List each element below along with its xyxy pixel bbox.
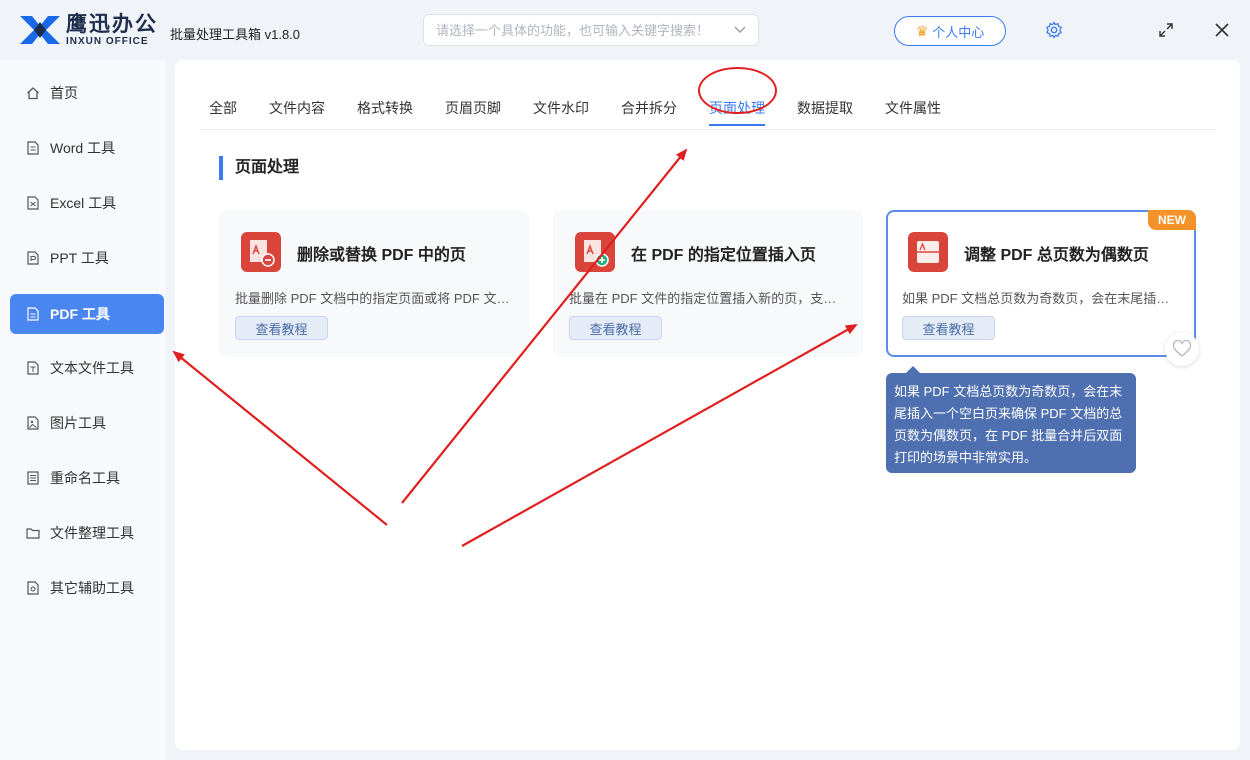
crown-icon: ♛ — [915, 22, 929, 39]
tab-all[interactable]: 全部 — [209, 98, 237, 118]
new-badge: NEW — [1148, 210, 1196, 230]
sidebar-item-label: 图片工具 — [50, 415, 106, 431]
card-title: 删除或替换 PDF 中的页 — [297, 247, 466, 264]
favorite-heart-icon[interactable] — [1165, 332, 1199, 366]
sidebar-item-word[interactable]: Word 工具 — [10, 128, 164, 168]
user-center-button[interactable]: ♛ 个人中心 — [894, 16, 1006, 46]
logo-name-cn: 鹰迅办公 — [66, 12, 158, 36]
card-description: 批量在 PDF 文件的指定位置插入新的页，支持插入空白页或其它文档内容 — [569, 291, 849, 306]
sidebar-item-other[interactable]: 其它辅助工具 — [10, 568, 164, 608]
pdf-page-icon — [908, 232, 948, 272]
tool-card-insert-pages[interactable]: 在 PDF 的指定位置插入页 批量在 PDF 文件的指定位置插入新的页，支持插入… — [553, 210, 863, 357]
main-panel: 全部 文件内容 格式转换 页眉页脚 文件水印 合并拆分 页面处理 数据提取 文件… — [175, 60, 1240, 750]
sidebar-item-image[interactable]: 图片工具 — [10, 403, 164, 443]
document-icon — [26, 251, 40, 265]
sidebar-item-label: Excel 工具 — [50, 195, 117, 211]
folder-icon — [26, 526, 40, 540]
sidebar-item-rename[interactable]: 重命名工具 — [10, 458, 164, 498]
view-tutorial-button[interactable]: 查看教程 — [235, 316, 328, 340]
card-title: 调整 PDF 总页数为偶数页 — [964, 247, 1149, 264]
title-bar: 鹰迅办公 INXUN OFFICE 批量处理工具箱 v1.8.0 ♛ 个人中心 — [0, 0, 1250, 60]
annotation-circle — [698, 67, 777, 114]
card-description: 批量删除 PDF 文档中的指定页面或将 PDF 文档中的指定页面替换为其它内容 — [235, 291, 515, 306]
chevron-down-icon[interactable] — [734, 23, 746, 37]
tool-card-delete-replace-pages[interactable]: 删除或替换 PDF 中的页 批量删除 PDF 文档中的指定页面或将 PDF 文档… — [219, 210, 529, 357]
maximize-icon[interactable] — [1154, 18, 1178, 42]
home-icon — [26, 86, 40, 100]
logo-mark-icon — [18, 12, 62, 48]
pdf-delete-icon — [241, 232, 281, 272]
sidebar-item-label: 首页 — [50, 85, 78, 101]
sidebar-item-pdf[interactable]: PDF 工具 — [10, 294, 164, 334]
gear-icon[interactable] — [1042, 18, 1066, 42]
logo-name-en: INXUN OFFICE — [66, 35, 149, 47]
close-icon[interactable] — [1210, 18, 1234, 42]
card-description: 如果 PDF 文档总页数为奇数页，会在末尾插入一个空白页来确保 PDF 文档的总… — [902, 291, 1182, 306]
tooltip: 如果 PDF 文档总页数为奇数页，会在末尾插入一个空白页来确保 PDF 文档的总… — [886, 366, 1136, 473]
app-logo: 鹰迅办公 INXUN OFFICE — [18, 12, 158, 48]
sidebar-item-label: 文件整理工具 — [50, 525, 134, 541]
tab-watermark[interactable]: 文件水印 — [533, 98, 589, 118]
sidebar-item-label: 其它辅助工具 — [50, 580, 134, 596]
tab-merge-split[interactable]: 合并拆分 — [621, 98, 677, 118]
tab-header-footer[interactable]: 页眉页脚 — [445, 98, 501, 118]
tool-card-even-pages[interactable]: NEW 调整 PDF 总页数为偶数页 如果 PDF 文档总页数为奇数页，会在末尾… — [886, 210, 1196, 357]
tab-data-extract[interactable]: 数据提取 — [797, 98, 853, 118]
sidebar-item-home[interactable]: 首页 — [10, 73, 164, 113]
sidebar: 首页 Word 工具 Excel 工具 PPT 工具 PDF 工具 文本文件工具… — [0, 60, 166, 760]
view-tutorial-button[interactable]: 查看教程 — [569, 316, 662, 340]
document-icon — [26, 361, 40, 375]
document-icon — [26, 196, 40, 210]
card-title: 在 PDF 的指定位置插入页 — [631, 247, 816, 264]
sidebar-item-label: 文本文件工具 — [50, 360, 134, 376]
sidebar-item-label: PDF 工具 — [50, 306, 110, 322]
sidebar-item-excel[interactable]: Excel 工具 — [10, 183, 164, 223]
document-icon — [26, 307, 40, 321]
sidebar-item-label: 重命名工具 — [50, 470, 120, 486]
search-input[interactable] — [436, 22, 734, 38]
tab-file-content[interactable]: 文件内容 — [269, 98, 325, 118]
pdf-insert-icon — [575, 232, 615, 272]
app-title: 批量处理工具箱 v1.8.0 — [170, 27, 301, 42]
section-title: 页面处理 — [219, 156, 299, 180]
tab-format-convert[interactable]: 格式转换 — [357, 98, 413, 118]
user-center-label: 个人中心 — [932, 24, 985, 40]
view-tutorial-button[interactable]: 查看教程 — [902, 316, 995, 340]
sidebar-item-label: Word 工具 — [50, 140, 116, 156]
sidebar-item-organize[interactable]: 文件整理工具 — [10, 513, 164, 553]
search-box[interactable] — [423, 14, 759, 46]
sidebar-item-ppt[interactable]: PPT 工具 — [10, 238, 164, 278]
list-icon — [26, 471, 40, 485]
sidebar-item-text[interactable]: 文本文件工具 — [10, 348, 164, 388]
sidebar-item-label: PPT 工具 — [50, 250, 109, 266]
tab-file-properties[interactable]: 文件属性 — [885, 98, 941, 118]
tool-icon — [26, 581, 40, 595]
document-icon — [26, 141, 40, 155]
image-icon — [26, 416, 40, 430]
